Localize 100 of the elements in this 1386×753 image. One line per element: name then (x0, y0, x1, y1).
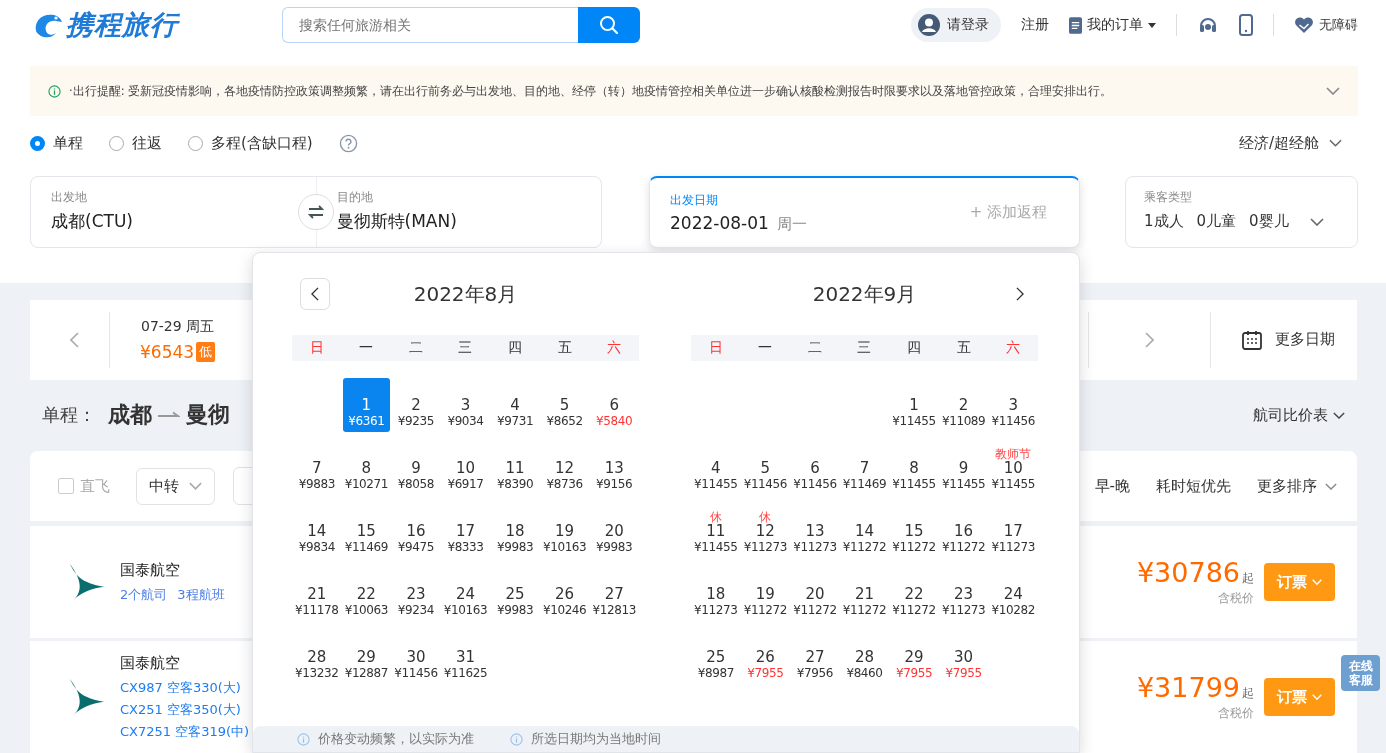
calendar-day[interactable]: 3 ¥9034 (440, 378, 491, 432)
calendar-day[interactable]: 5 ¥11456 (740, 441, 791, 495)
calendar-day[interactable]: 26 ¥7955 (740, 630, 791, 684)
calendar-day[interactable]: 16 ¥11272 (938, 504, 989, 558)
calendar-day[interactable]: 14 ¥9834 (292, 504, 342, 558)
calendar-day[interactable]: 18 ¥11273 (691, 567, 741, 621)
trip-type-radio[interactable]: 多程(含缺口程) (188, 133, 313, 153)
calendar-day[interactable]: 6 ¥11456 (790, 441, 840, 495)
calendar-day[interactable]: 25 ¥8987 (691, 630, 741, 684)
calendar-day[interactable]: 7 ¥11469 (839, 441, 890, 495)
calendar-day[interactable]: 教师节 10 ¥11455 (988, 441, 1038, 495)
calendar-day[interactable]: 1 ¥6361 (342, 378, 391, 432)
transfer-dropdown[interactable]: 中转 (136, 467, 215, 505)
calendar-day[interactable]: 20 ¥9983 (589, 504, 639, 558)
calendar-day[interactable]: 20 ¥11272 (790, 567, 840, 621)
calendar-day[interactable]: 17 ¥8333 (440, 504, 491, 558)
calendar-day[interactable]: 25 ¥9983 (490, 567, 540, 621)
day-number: 16 (406, 523, 426, 540)
phone-icon[interactable] (1239, 14, 1253, 36)
more-sort-dropdown[interactable]: 更多排序 (1257, 476, 1337, 496)
register-link[interactable]: 注册 (1021, 16, 1049, 34)
calendar-day[interactable]: 31 ¥11625 (440, 630, 491, 684)
calendar-day[interactable]: 22 ¥11272 (889, 567, 939, 621)
chevron-left-icon[interactable] (70, 331, 79, 348)
calendar-day[interactable]: 3 ¥11456 (988, 378, 1038, 432)
orders-menu[interactable]: 我的订单 (1069, 16, 1156, 34)
calendar-day[interactable]: 13 ¥9156 (589, 441, 639, 495)
trip-type-radio[interactable]: 往返 (109, 133, 162, 153)
flight-segment-link[interactable]: CX251 空客350(大) (120, 700, 250, 719)
calendar-day[interactable]: 22 ¥10063 (341, 567, 392, 621)
calendar-day[interactable]: 9 ¥11455 (938, 441, 989, 495)
login-button[interactable]: 请登录 (911, 8, 1001, 42)
swap-button[interactable] (298, 194, 334, 230)
calendar-day[interactable]: 29 ¥12887 (341, 630, 392, 684)
calendar-day[interactable]: 27 ¥7956 (790, 630, 840, 684)
calendar-day[interactable]: 8 ¥11455 (889, 441, 939, 495)
chevron-right-icon[interactable] (1016, 287, 1024, 301)
calendar-day[interactable]: 23 ¥11273 (938, 567, 989, 621)
calendar-day[interactable]: 30 ¥7955 (938, 630, 989, 684)
cabin-select[interactable]: 经济/超经舱 (1238, 133, 1342, 153)
calendar-day[interactable]: 4 ¥11455 (691, 441, 741, 495)
calendar-day[interactable]: 30 ¥11456 (391, 630, 441, 684)
calendar-day[interactable]: 休 11 ¥11455 (691, 504, 741, 558)
calendar-day[interactable]: 24 ¥10282 (988, 567, 1038, 621)
calendar-day[interactable]: 19 ¥11272 (740, 567, 791, 621)
help-icon[interactable] (338, 133, 358, 153)
weekday-label: 四 (508, 339, 523, 357)
calendar-day[interactable]: 15 ¥11469 (341, 504, 392, 558)
expand-chevron-icon[interactable] (1326, 87, 1340, 95)
calendar-day[interactable]: 6 ¥5840 (589, 378, 639, 432)
previous-month-button[interactable] (300, 278, 330, 310)
calendar-day[interactable]: 13 ¥11273 (790, 504, 840, 558)
accessibility-link[interactable]: 无障碍 (1294, 16, 1358, 34)
calendar-day[interactable]: 17 ¥11273 (988, 504, 1038, 558)
calendar-day[interactable]: 21 ¥11178 (292, 567, 342, 621)
passenger-card[interactable]: 乘客类型 1成人 0儿童 0婴儿 (1125, 176, 1358, 248)
sort-option[interactable]: 早-晚 (1094, 476, 1130, 496)
calendar-day[interactable]: 24 ¥10163 (440, 567, 491, 621)
destination-field[interactable]: 曼彻斯特(MAN) (336, 210, 581, 233)
search-field[interactable]: 搜索任何旅游相关 (282, 7, 578, 43)
calendar-day[interactable]: 4 ¥9731 (490, 378, 540, 432)
flight-segment-link[interactable]: CX987 空客330(大) (120, 678, 250, 697)
calendar-day[interactable]: 28 ¥13232 (292, 630, 342, 684)
day-number: 1 (909, 397, 919, 414)
date-card[interactable]: 出发日期 2022-08-01 周一 + 添加返程 (649, 176, 1080, 248)
day-price: ¥6361 (348, 414, 385, 429)
calendar-day[interactable]: 10 ¥6917 (440, 441, 491, 495)
sort-option[interactable]: 耗时短优先 (1156, 476, 1231, 496)
calendar-day[interactable]: 21 ¥11272 (839, 567, 890, 621)
calendar-day[interactable]: 12 ¥8736 (539, 441, 590, 495)
calendar-day[interactable]: 29 ¥7955 (889, 630, 939, 684)
more-dates-button[interactable]: 更多日期 (1211, 328, 1357, 351)
origin-field[interactable]: 成都(CTU) (51, 210, 296, 233)
compare-table-toggle[interactable]: 航司比价表 (1253, 405, 1345, 425)
day-number: 25 (706, 649, 726, 666)
trip-type-radio[interactable]: 单程 (30, 133, 83, 153)
calendar-day[interactable]: 19 ¥10163 (539, 504, 590, 558)
calendar-day[interactable]: 23 ¥9234 (391, 567, 441, 621)
calendar-day[interactable]: 8 ¥10271 (341, 441, 392, 495)
search-button[interactable] (578, 7, 640, 43)
calendar-day[interactable]: 5 ¥8652 (539, 378, 590, 432)
logo-text[interactable]: 携程旅行 (66, 7, 178, 43)
flight-summary-link[interactable]: 3程航班 (177, 585, 225, 604)
calendar-day[interactable]: 7 ¥9883 (292, 441, 342, 495)
calendar-day[interactable]: 14 ¥11272 (839, 504, 890, 558)
calendar-day[interactable]: 18 ¥9983 (490, 504, 540, 558)
calendar-day[interactable]: 11 ¥8390 (490, 441, 540, 495)
calendar-day[interactable]: 27 ¥12813 (589, 567, 639, 621)
calendar-day[interactable]: 28 ¥8460 (839, 630, 890, 684)
flight-summary-link[interactable]: 2个航司 (120, 585, 168, 604)
calendar-day[interactable]: 2 ¥11089 (938, 378, 989, 432)
calendar-day[interactable]: 16 ¥9475 (391, 504, 441, 558)
calendar-day[interactable]: 1 ¥11455 (889, 378, 939, 432)
calendar-day[interactable]: 2 ¥9235 (391, 378, 441, 432)
calendar-day[interactable]: 15 ¥11272 (889, 504, 939, 558)
calendar-day[interactable]: 9 ¥8058 (391, 441, 441, 495)
calendar-day[interactable]: 休 12 ¥11273 (740, 504, 791, 558)
flight-segment-link[interactable]: CX7251 空客319(中) (120, 722, 250, 741)
date-option[interactable]: 07-29 周五 ¥6543 低 (110, 317, 216, 362)
calendar-day[interactable]: 26 ¥10246 (539, 567, 590, 621)
